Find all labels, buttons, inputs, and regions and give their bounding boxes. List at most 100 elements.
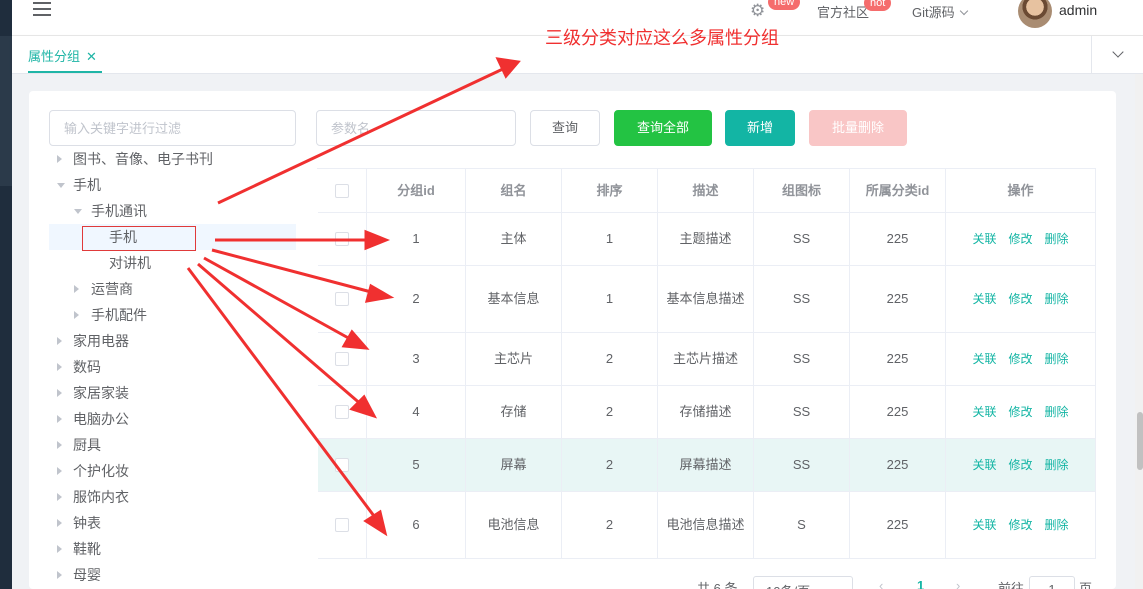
query-button[interactable]: 查询	[530, 110, 600, 146]
caret-right-icon[interactable]	[57, 545, 62, 553]
caret-right-icon[interactable]	[57, 519, 62, 527]
git-source-dropdown[interactable]: Git源码	[912, 2, 968, 21]
row-checkbox[interactable]	[335, 292, 349, 306]
cell-icon: SS	[754, 386, 850, 438]
delete-link[interactable]: 删除	[1045, 347, 1069, 371]
header-ops: 操作	[946, 169, 1096, 212]
scrollbar-track[interactable]	[1135, 74, 1143, 589]
delete-link[interactable]: 删除	[1045, 513, 1069, 537]
row-checkbox-cell	[318, 386, 367, 438]
edit-link[interactable]: 修改	[1008, 453, 1032, 477]
table-row[interactable]: 4 存储 2 存储描述 SS 225 关联 修改 删除	[318, 386, 1096, 439]
tree-filter-input[interactable]	[49, 110, 296, 146]
delete-link[interactable]: 删除	[1045, 227, 1069, 251]
row-checkbox[interactable]	[335, 458, 349, 472]
batch-delete-button[interactable]: 批量删除	[809, 110, 907, 146]
table-row[interactable]: 5 屏幕 2 屏幕描述 SS 225 关联 修改 删除	[318, 439, 1096, 492]
goto-label: 前往	[998, 581, 1025, 589]
caret-right-icon[interactable]	[57, 389, 62, 397]
caret-right-icon[interactable]	[74, 311, 79, 319]
relate-link[interactable]: 关联	[972, 347, 996, 371]
close-icon[interactable]: ✕	[86, 49, 97, 64]
relate-link[interactable]: 关联	[972, 287, 996, 311]
edit-link[interactable]: 修改	[1008, 287, 1032, 311]
relate-link[interactable]: 关联	[972, 513, 996, 537]
cell-name: 屏幕	[466, 439, 562, 491]
caret-right-icon[interactable]	[57, 571, 62, 579]
cell-cat: 225	[850, 333, 946, 385]
delete-link[interactable]: 删除	[1045, 287, 1069, 311]
tree-node-label: 个护化妆	[73, 463, 129, 479]
row-checkbox[interactable]	[335, 518, 349, 532]
cell-desc: 电池信息描述	[658, 492, 754, 558]
settings-gear-icon[interactable]: ⚙	[750, 2, 768, 20]
tree-node-label: 家用电器	[73, 333, 129, 349]
tree-node-label: 服饰内衣	[73, 489, 129, 505]
cell-cat: 225	[850, 266, 946, 332]
goto-page-input[interactable]: 1	[1029, 576, 1075, 589]
table-row[interactable]: 3 主芯片 2 主芯片描述 SS 225 关联 修改 删除	[318, 333, 1096, 386]
side-menu-strip	[0, 0, 12, 589]
page-size-select[interactable]: 10条/页	[753, 576, 853, 589]
relate-link[interactable]: 关联	[972, 227, 996, 251]
row-actions: 关联 修改 删除	[946, 266, 1096, 332]
add-button[interactable]: 新增	[725, 110, 795, 146]
caret-right-icon[interactable]	[57, 337, 62, 345]
select-all-checkbox[interactable]	[335, 183, 349, 198]
community-link[interactable]: 官方社区	[817, 2, 869, 21]
header-checkbox-cell	[318, 169, 367, 212]
chevron-down-icon	[959, 6, 968, 16]
row-checkbox[interactable]	[335, 405, 349, 419]
next-page-button[interactable]: ›	[956, 578, 960, 589]
delete-link[interactable]: 删除	[1045, 400, 1069, 424]
row-actions: 关联 修改 删除	[946, 439, 1096, 491]
edit-link[interactable]: 修改	[1008, 513, 1032, 537]
row-checkbox[interactable]	[335, 352, 349, 366]
relate-link[interactable]: 关联	[972, 453, 996, 477]
cell-icon: S	[754, 492, 850, 558]
caret-right-icon[interactable]	[57, 493, 62, 501]
username[interactable]: admin	[1059, 2, 1097, 18]
caret-down-icon[interactable]	[57, 183, 65, 188]
caret-right-icon[interactable]	[57, 441, 62, 449]
table-row[interactable]: 6 电池信息 2 电池信息描述 S 225 关联 修改 删除	[318, 492, 1096, 559]
caret-right-icon[interactable]	[57, 467, 62, 475]
edit-link[interactable]: 修改	[1008, 227, 1032, 251]
selected-node-highlight-box	[82, 226, 196, 251]
hamburger-menu-icon[interactable]	[33, 2, 51, 18]
annotation-text: 三级分类对应这么多属性分组	[545, 28, 779, 48]
page-unit-label: 页	[1079, 581, 1093, 589]
query-all-button[interactable]: 查询全部	[614, 110, 712, 146]
edit-link[interactable]: 修改	[1008, 400, 1032, 424]
cell-cat: 225	[850, 213, 946, 265]
caret-right-icon[interactable]	[57, 363, 62, 371]
cell-cat: 225	[850, 492, 946, 558]
row-actions: 关联 修改 删除	[946, 213, 1096, 265]
tabs-menu-button[interactable]	[1091, 36, 1143, 73]
table-row[interactable]: 1 主体 1 主题描述 SS 225 关联 修改 删除	[318, 213, 1096, 266]
tab-attr-group[interactable]: 属性分组 ✕	[28, 46, 97, 65]
table-row[interactable]: 2 基本信息 1 基本信息描述 SS 225 关联 修改 删除	[318, 266, 1096, 333]
row-checkbox[interactable]	[335, 232, 349, 246]
cell-id: 3	[367, 333, 466, 385]
current-page-number[interactable]: 1	[917, 578, 924, 589]
relate-link[interactable]: 关联	[972, 400, 996, 424]
avatar[interactable]	[1018, 0, 1052, 28]
param-name-input[interactable]	[316, 110, 516, 146]
scrollbar-thumb[interactable]	[1137, 412, 1143, 470]
tree-node-label: 手机通讯	[91, 203, 147, 219]
tree-node-label: 数码	[73, 359, 101, 375]
caret-right-icon[interactable]	[57, 155, 62, 163]
caret-right-icon[interactable]	[74, 285, 79, 293]
delete-link[interactable]: 删除	[1045, 453, 1069, 477]
cell-icon: SS	[754, 213, 850, 265]
caret-right-icon[interactable]	[57, 415, 62, 423]
cell-sort: 1	[562, 266, 658, 332]
edit-link[interactable]: 修改	[1008, 347, 1032, 371]
tree-node-label: 厨具	[73, 437, 101, 453]
prev-page-button[interactable]: ‹	[879, 578, 883, 589]
cell-id: 1	[367, 213, 466, 265]
cell-name: 主体	[466, 213, 562, 265]
cell-desc: 存储描述	[658, 386, 754, 438]
caret-down-icon[interactable]	[74, 209, 82, 214]
